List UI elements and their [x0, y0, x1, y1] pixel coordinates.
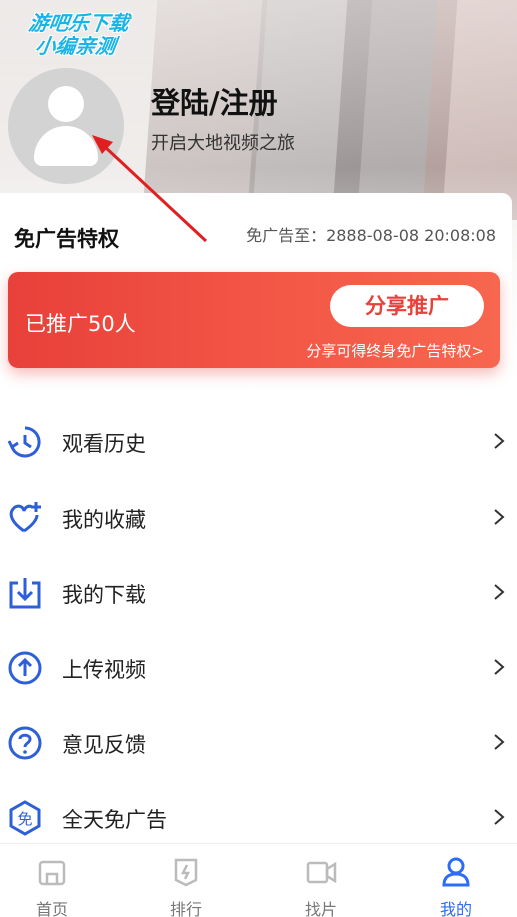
menu-item-label: 我的下载 — [62, 583, 146, 607]
ranking-icon — [174, 858, 198, 887]
menu-item-upload[interactable]: 上传视频 — [0, 638, 517, 698]
menu-item-label: 意见反馈 — [62, 733, 146, 757]
tab-label: 找片 — [304, 900, 337, 917]
tab-find-videos[interactable]: 找片 — [281, 844, 361, 917]
favorite-heart-icon — [9, 502, 41, 533]
tab-home[interactable]: 首页 — [12, 844, 92, 917]
chevron-right-icon — [494, 509, 505, 525]
menu-item-label: 我的收藏 — [62, 508, 146, 532]
feedback-question-icon — [8, 726, 42, 760]
svg-text:免: 免 — [17, 810, 32, 828]
video-camera-icon — [306, 861, 337, 884]
tab-label: 首页 — [35, 900, 68, 917]
home-icon — [38, 860, 66, 886]
tab-ranking[interactable]: 排行 — [146, 844, 226, 917]
tab-label: 排行 — [169, 900, 202, 917]
chevron-right-icon — [494, 584, 505, 600]
menu-item-label: 观看历史 — [62, 432, 146, 456]
menu-item-downloads[interactable]: 我的下载 — [0, 563, 517, 623]
menu-item-label: 全天免广告 — [62, 808, 167, 832]
profile-icon — [442, 857, 470, 887]
menu-item-ad-free[interactable]: 免 全天免广告 — [0, 788, 517, 848]
menu-item-favorites[interactable]: 我的收藏 — [0, 488, 517, 548]
chevron-right-icon — [494, 433, 505, 449]
menu-item-history[interactable]: 观看历史 — [0, 412, 517, 472]
tab-profile[interactable]: 我的 — [416, 844, 496, 917]
chevron-right-icon — [494, 659, 505, 675]
chevron-right-icon — [494, 809, 505, 825]
menu-item-label: 上传视频 — [62, 658, 146, 682]
ad-free-icon: 免 — [9, 800, 41, 836]
chevron-right-icon — [494, 734, 505, 750]
upload-icon — [8, 651, 42, 685]
bottom-tab-bar: 首页 排行 找片 我的 — [0, 843, 517, 917]
tab-label: 我的 — [439, 900, 472, 917]
download-icon — [9, 578, 41, 609]
history-icon — [7, 426, 41, 458]
menu-item-feedback[interactable]: 意见反馈 — [0, 713, 517, 773]
